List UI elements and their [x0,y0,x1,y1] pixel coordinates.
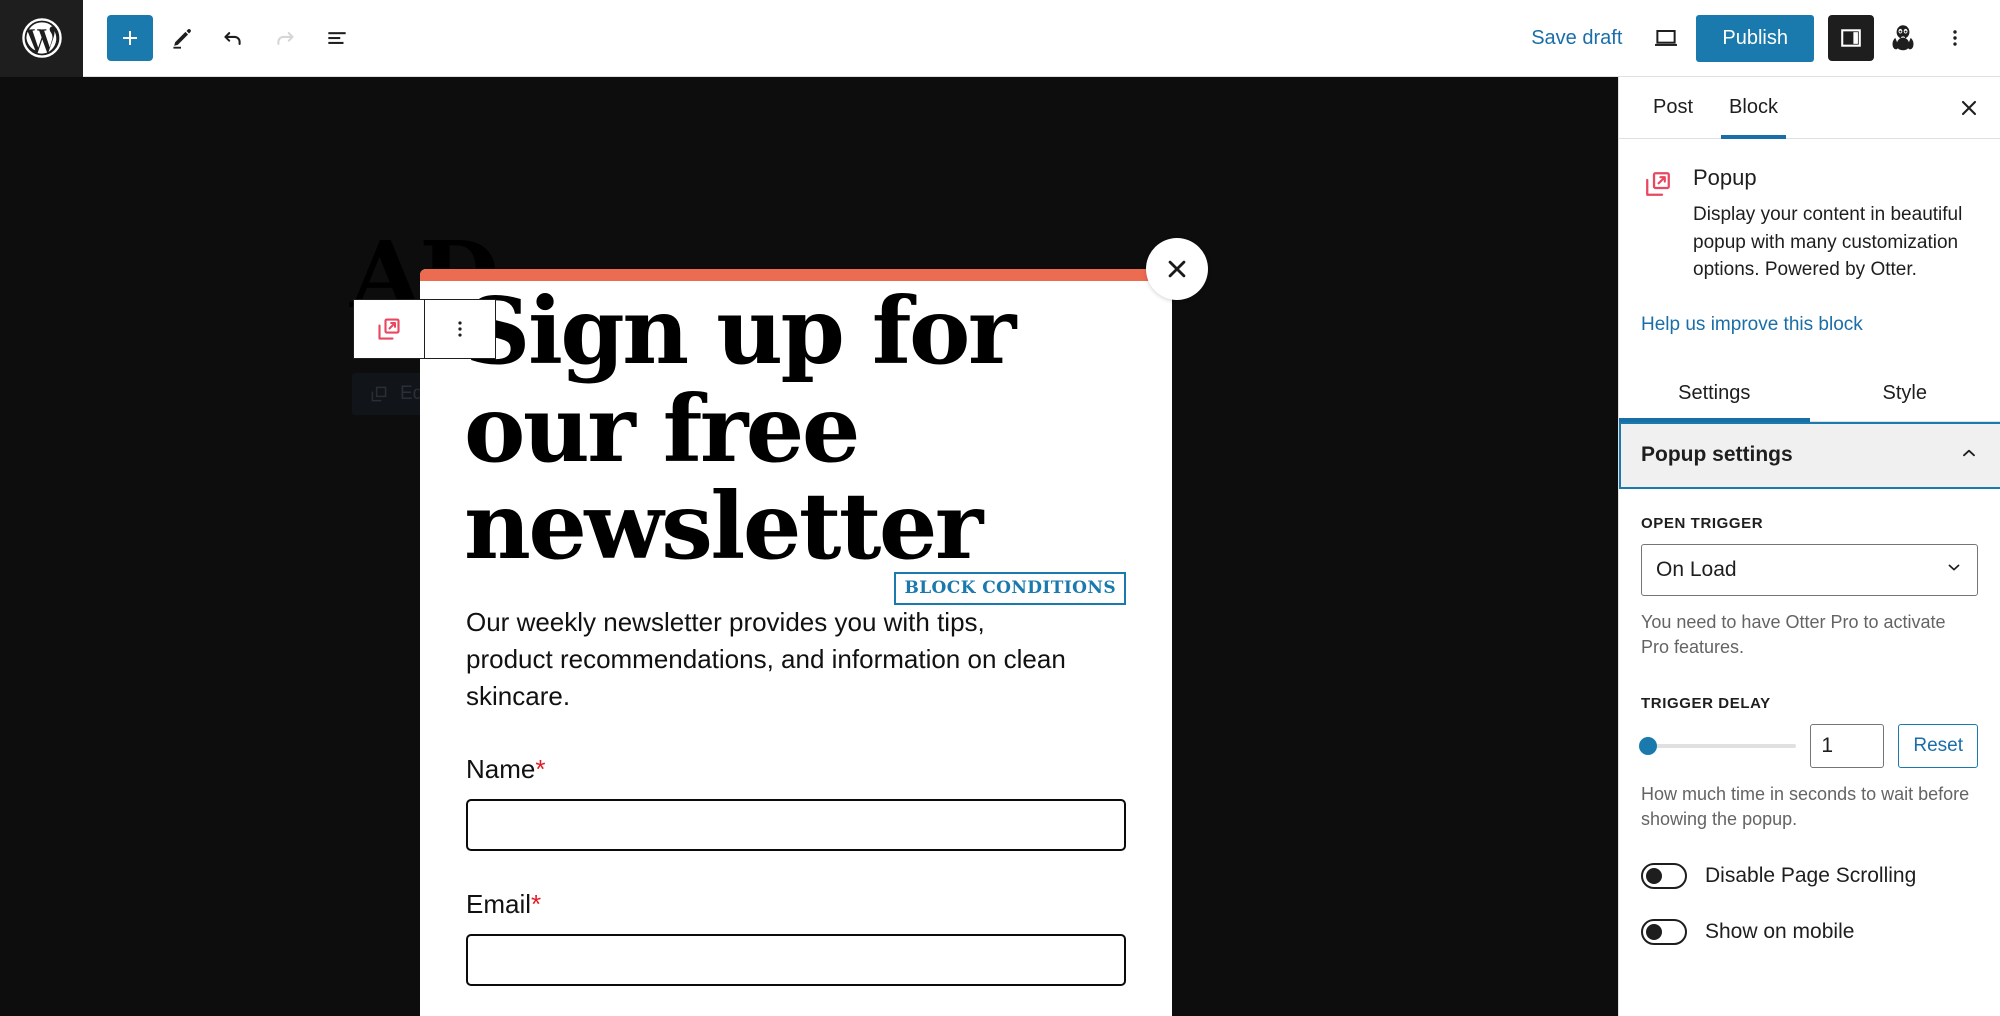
tab-settings[interactable]: Settings [1619,368,1810,422]
trigger-delay-slider-thumb[interactable] [1639,736,1657,755]
block-description: Display your content in beautiful popup … [1693,204,1963,281]
open-trigger-control: OPEN TRIGGER On Load You need to have Ot… [1641,515,1978,661]
redo-button[interactable] [261,14,309,62]
popup-settings-panel-header[interactable]: Popup settings [1619,421,2000,489]
block-toolbar [353,299,496,359]
tab-block[interactable]: Block [1711,77,1796,139]
publish-button[interactable]: Publish [1696,14,1814,62]
email-required-marker: * [531,888,542,919]
popup-external-icon [1641,165,1675,284]
document-overview-button[interactable] [313,14,361,62]
popup-heading[interactable]: Sign up for our free newsletter [464,281,1126,576]
add-block-button[interactable] [107,15,153,61]
open-trigger-select[interactable]: On Load [1641,543,1978,596]
open-trigger-select-wrap: On Load [1641,543,1978,596]
trigger-delay-control: TRIGGER DELAY Reset How much time in sec… [1639,694,1978,833]
trigger-delay-label: TRIGGER DELAY [1641,694,1771,712]
tools-button[interactable] [157,14,205,62]
editor-canvas[interactable]: AD Ed [0,77,1618,1016]
trigger-delay-row: Reset [1639,723,1978,768]
trigger-delay-help-text: How much time in seconds to wait before … [1641,783,1970,830]
email-input[interactable] [466,933,1126,986]
top-bar-right-tools: Save draft Publish [1517,14,2000,62]
ellipsis-vertical-icon[interactable] [1932,15,1978,61]
editor-top-bar: Save draft Publish [0,0,2000,77]
undo-button[interactable] [209,14,257,62]
tab-style[interactable]: Style [1810,368,2000,421]
sidebar-subtabs: Settings Style [1619,368,2000,422]
disable-page-scrolling-toggle[interactable] [1641,862,1687,889]
email-field-label-text: Email [466,888,532,919]
show-on-mobile-label: Show on mobile [1705,919,1855,943]
settings-sidebar: Post Block Popup Display your content in… [1618,77,2000,1016]
show-on-mobile-row: Show on mobile [1641,918,1978,945]
show-on-mobile-toggle[interactable] [1641,918,1687,945]
toggle-knob [1646,867,1662,884]
save-draft-button[interactable]: Save draft [1517,19,1636,58]
name-required-marker: * [535,753,546,784]
disable-page-scrolling-row: Disable Page Scrolling [1641,862,1978,889]
name-input[interactable] [466,798,1126,851]
block-title: Popup [1693,165,1757,190]
block-info-card: Popup Display your content in beautiful … [1619,139,2000,284]
block-options-ellipsis-icon[interactable] [425,300,495,358]
sidebar-panel-icon[interactable] [1828,15,1874,61]
popup-content: Sign up for our free newsletter BLOCK CO… [420,281,1172,1016]
jetpack-avatar-icon[interactable] [1880,15,1926,61]
name-field-label-text: Name [466,753,536,784]
laptop-preview-icon[interactable] [1642,14,1690,62]
wordpress-logo-icon[interactable] [0,0,83,77]
popup-external-icon[interactable] [354,300,424,358]
close-x-icon[interactable] [1946,85,1992,131]
trigger-delay-reset-button[interactable]: Reset [1898,723,1978,768]
top-bar-left-tools [83,14,361,62]
toggle-knob [1646,923,1662,940]
name-field-label: Name* [466,754,1126,785]
popup-settings-panel-body: OPEN TRIGGER On Load You need to have Ot… [1619,489,2000,945]
close-x-icon[interactable] [1146,238,1208,300]
open-trigger-help-text: You need to have Otter Pro to activate P… [1641,611,1946,658]
help-improve-block-link[interactable]: Help us improve this block [1641,314,2000,336]
block-info-meta: Popup Display your content in beautiful … [1693,165,1972,284]
popup-settings-panel-title: Popup settings [1641,443,1793,467]
disable-page-scrolling-label: Disable Page Scrolling [1705,863,1917,887]
open-trigger-label: OPEN TRIGGER [1641,514,1764,532]
sidebar-tabs: Post Block [1619,77,2000,139]
wordpress-block-editor: Save draft Publish Ed Sign up for our fr… [0,0,2000,1016]
trigger-delay-slider[interactable] [1639,736,1797,755]
popup-description[interactable]: Our weekly newsletter provides you with … [466,604,1066,716]
trigger-delay-number-input[interactable] [1810,723,1885,768]
popup-block-preview[interactable]: Sign up for our free newsletter BLOCK CO… [420,238,1208,1016]
email-field-label: Email* [466,889,1126,920]
editor-body: AD Ed [0,77,2000,1016]
block-conditions-badge: BLOCK CONDITIONS [894,571,1126,605]
tab-post[interactable]: Post [1635,77,1711,139]
chevron-up-icon [1958,442,1980,469]
